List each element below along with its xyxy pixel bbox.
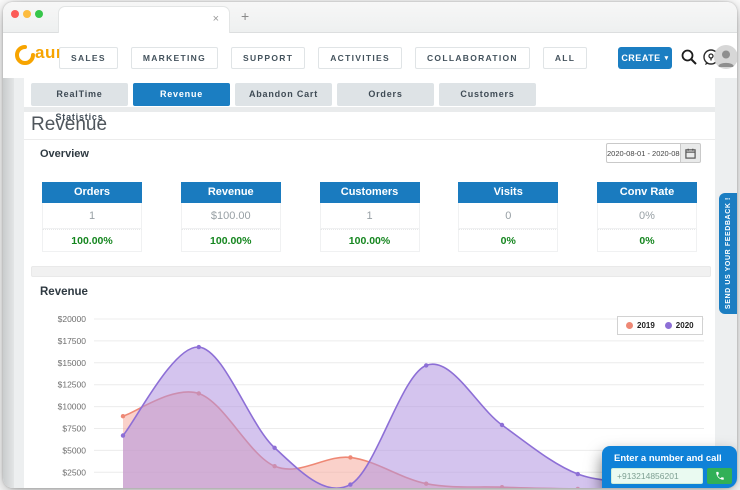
stat-card-value: $100.00 [181, 203, 281, 229]
call-button[interactable] [707, 468, 732, 484]
stat-card-revenue: Revenue $100.00 100.00% [181, 182, 281, 252]
stat-card-value: 0% [597, 203, 697, 229]
nav-item-marketing[interactable]: MARKETING [131, 47, 218, 69]
stat-card-change: 100.00% [320, 229, 420, 252]
nav-item-activities[interactable]: ACTIVITIES [318, 47, 402, 69]
create-button[interactable]: CREATE ▾ [618, 47, 672, 69]
main-nav: SALES MARKETING SUPPORT ACTIVITIES COLLA… [59, 47, 587, 69]
stat-card-customers: Customers 1 100.00% [320, 182, 420, 252]
tab-abandon-cart[interactable]: Abandon Cart [235, 83, 332, 106]
legend-item-2019[interactable]: 2019 [626, 321, 655, 330]
title-divider [24, 139, 715, 140]
content-panel: RealTime Statistics Revenue Abandon Cart… [24, 78, 715, 488]
svg-text:$10000: $10000 [58, 402, 87, 412]
stat-card-header: Conv Rate [597, 182, 697, 203]
nav-item-collaboration[interactable]: COLLABORATION [415, 47, 530, 69]
minimize-window-button[interactable] [23, 10, 31, 18]
window-controls [11, 10, 43, 18]
stat-cards-row: Orders 1 100.00% Revenue $100.00 100.00%… [42, 182, 697, 252]
stat-card-header: Customers [320, 182, 420, 203]
stat-card-orders: Orders 1 100.00% [42, 182, 142, 252]
calendar-button[interactable] [681, 143, 701, 163]
nav-item-sales[interactable]: SALES [59, 47, 118, 69]
person-icon [714, 45, 737, 69]
svg-text:$5000: $5000 [62, 445, 86, 455]
close-window-button[interactable] [11, 10, 19, 18]
overview-heading: Overview [40, 148, 89, 160]
tab-close-icon[interactable]: × [213, 13, 219, 25]
nav-item-support[interactable]: SUPPORT [231, 47, 305, 69]
stat-card-value: 1 [42, 203, 142, 229]
stat-card-change: 100.00% [181, 229, 281, 252]
search-icon[interactable] [680, 48, 698, 66]
date-range-input[interactable] [606, 143, 681, 163]
browser-window: × + auro com SALES MARKETING SUPPORT ACT… [3, 2, 737, 488]
svg-text:$12500: $12500 [58, 380, 87, 390]
section-divider-strip [31, 266, 711, 277]
svg-text:$17500: $17500 [58, 336, 87, 346]
tab-realtime-statistics[interactable]: RealTime Statistics [31, 83, 128, 106]
feedback-tab-label: SEND US YOUR FEEDBACK ! [725, 197, 732, 309]
logo-swirl-icon [15, 45, 35, 65]
phone-icon [715, 471, 725, 481]
legend-dot [626, 322, 633, 329]
feedback-tab[interactable]: SEND US YOUR FEEDBACK ! [719, 193, 737, 314]
phone-number-input[interactable] [611, 468, 703, 484]
app-header: auro com SALES MARKETING SUPPORT ACTIVIT… [3, 33, 737, 78]
screenshot-stage: × + auro com SALES MARKETING SUPPORT ACT… [0, 0, 740, 490]
new-tab-icon[interactable]: + [241, 8, 249, 24]
legend-label: 2019 [637, 321, 655, 330]
chevron-down-icon: ▾ [665, 54, 669, 62]
call-widget: Enter a number and call [602, 446, 737, 488]
stat-card-value: 0 [458, 203, 558, 229]
tab-customers[interactable]: Customers [439, 83, 536, 106]
browser-tab[interactable]: × [58, 6, 230, 33]
stat-card-header: Visits [458, 182, 558, 203]
stat-card-header: Revenue [181, 182, 281, 203]
stat-card-value: 1 [320, 203, 420, 229]
chart-title: Revenue [40, 286, 88, 298]
calendar-icon [685, 148, 696, 159]
legend-item-2020[interactable]: 2020 [665, 321, 694, 330]
section-tabs: RealTime Statistics Revenue Abandon Cart… [31, 83, 536, 106]
tabs-divider-band [24, 107, 715, 112]
stat-card-conv-rate: Conv Rate 0% 0% [597, 182, 697, 252]
stat-card-visits: Visits 0 0% [458, 182, 558, 252]
zoom-window-button[interactable] [35, 10, 43, 18]
legend-dot [665, 322, 672, 329]
tab-revenue[interactable]: Revenue [133, 83, 230, 106]
svg-text:$7500: $7500 [62, 424, 86, 434]
svg-text:$15000: $15000 [58, 358, 87, 368]
stat-card-change: 0% [597, 229, 697, 252]
nav-item-all[interactable]: ALL [543, 47, 587, 69]
svg-text:$2500: $2500 [62, 467, 86, 477]
window-edge-shade [3, 78, 14, 488]
legend-label: 2020 [676, 321, 694, 330]
tab-orders[interactable]: Orders [337, 83, 434, 106]
svg-text:$20000: $20000 [58, 314, 87, 324]
stat-card-header: Orders [42, 182, 142, 203]
call-widget-title: Enter a number and call [614, 453, 722, 464]
page-title: Revenue [31, 114, 107, 136]
stat-card-change: 0% [458, 229, 558, 252]
stat-card-change: 100.00% [42, 229, 142, 252]
user-avatar[interactable] [714, 45, 737, 69]
chart-legend: 2019 2020 [617, 316, 703, 335]
browser-chrome: × + [3, 2, 737, 33]
